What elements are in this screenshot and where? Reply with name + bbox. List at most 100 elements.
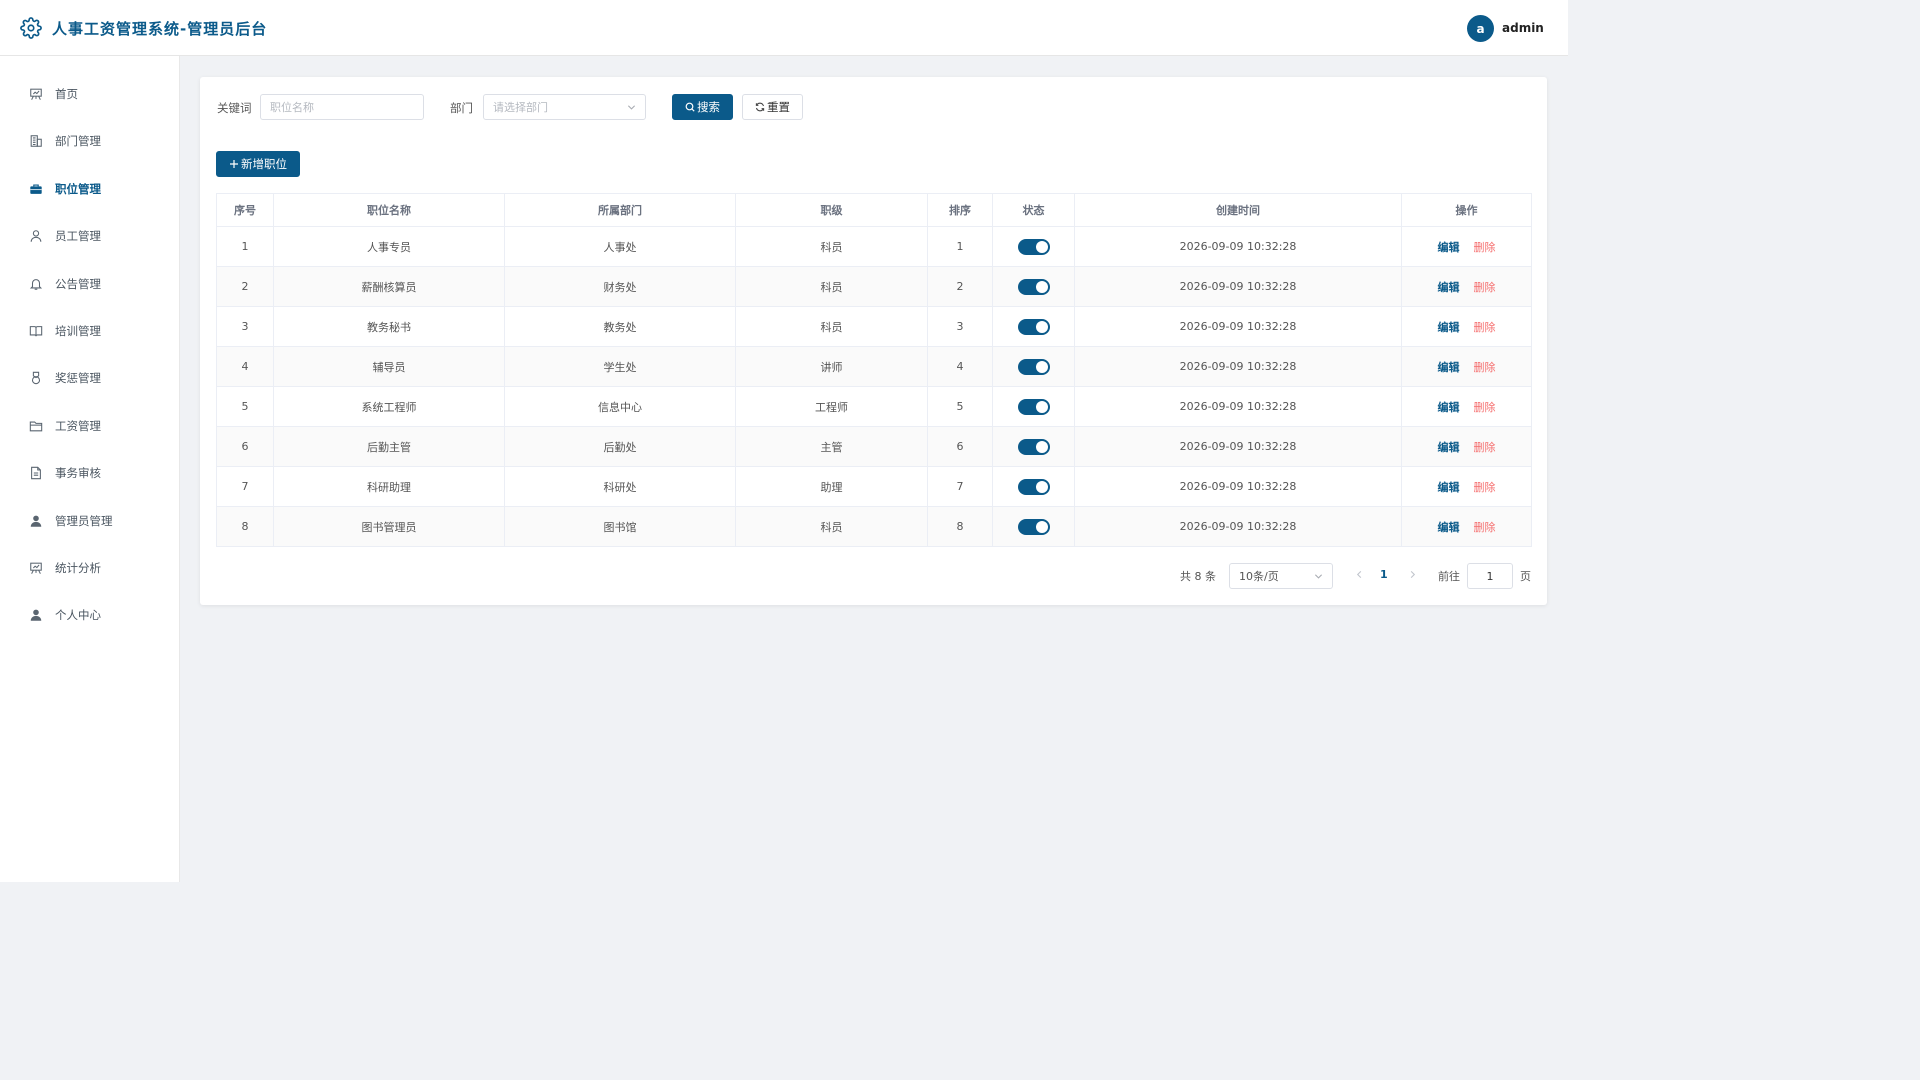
table-row: 4 辅导员 学生处 讲师 4 2026-09-09 10:32:28 编辑 删除	[216, 346, 1532, 387]
status-toggle[interactable]	[1017, 398, 1050, 415]
sidebar-item-positions[interactable]: 职位管理	[0, 169, 179, 209]
cell-name: 辅导员	[273, 346, 505, 387]
search-button[interactable]: 搜索	[672, 94, 733, 120]
cell-no: 3	[216, 306, 274, 347]
search-button-label: 搜索	[697, 100, 720, 114]
sidebar-item-profile[interactable]: 个人中心	[0, 595, 179, 635]
column-header[interactable]: 序号	[216, 193, 274, 227]
delete-button[interactable]: 删除	[1474, 481, 1496, 494]
cell-no: 7	[216, 466, 274, 507]
sidebar-item-statistics[interactable]: 统计分析	[0, 548, 179, 588]
status-toggle[interactable]	[1017, 478, 1050, 495]
cell-status	[992, 226, 1075, 267]
sidebar-item-admins[interactable]: 管理员管理	[0, 501, 179, 541]
column-header[interactable]: 创建时间	[1074, 193, 1402, 227]
status-toggle[interactable]	[1017, 278, 1050, 295]
sidebar-item-employees[interactable]: 员工管理	[0, 216, 179, 256]
status-toggle[interactable]	[1017, 438, 1050, 455]
keyword-input[interactable]	[260, 94, 424, 120]
delete-button[interactable]: 删除	[1474, 281, 1496, 294]
cell-dept: 学生处	[504, 346, 736, 387]
cell-dept: 信息中心	[504, 386, 736, 427]
sidebar-item-home[interactable]: 首页	[0, 74, 179, 114]
delete-button[interactable]: 删除	[1474, 521, 1496, 534]
sidebar-item-departments[interactable]: 部门管理	[0, 121, 179, 161]
delete-button[interactable]: 删除	[1474, 361, 1496, 374]
cell-level: 科员	[735, 306, 928, 347]
column-header[interactable]: 职级	[735, 193, 928, 227]
page-size-value: 10条/页	[1239, 570, 1279, 583]
department-select[interactable]: 请选择部门	[483, 94, 646, 120]
sidebar: 首页 部门管理 职位管理 员工管理 公告管理 培训管理 奖惩管理 工资管理 事务…	[0, 56, 180, 882]
status-toggle[interactable]	[1017, 518, 1050, 535]
cell-no: 4	[216, 346, 274, 387]
cell-no: 5	[216, 386, 274, 427]
keyword-label: 关键词	[217, 101, 252, 115]
sidebar-item-announcements[interactable]: 公告管理	[0, 264, 179, 304]
edit-button[interactable]: 编辑	[1438, 281, 1460, 294]
delete-button[interactable]: 删除	[1474, 321, 1496, 334]
status-toggle[interactable]	[1017, 238, 1050, 255]
prev-page-button[interactable]	[1355, 568, 1365, 580]
username[interactable]: admin	[1502, 21, 1544, 35]
edit-button[interactable]: 编辑	[1438, 481, 1460, 494]
person-icon	[28, 607, 44, 623]
edit-button[interactable]: 编辑	[1438, 361, 1460, 374]
refresh-icon	[755, 102, 765, 112]
edit-button[interactable]: 编辑	[1438, 441, 1460, 454]
edit-button[interactable]: 编辑	[1438, 241, 1460, 254]
sidebar-item-label: 员工管理	[55, 229, 101, 243]
cell-no: 1	[216, 226, 274, 267]
sidebar-item-affairs[interactable]: 事务审核	[0, 453, 179, 493]
add-position-button[interactable]: 新增职位	[216, 151, 300, 177]
table-row: 3 教务秘书 教务处 科员 3 2026-09-09 10:32:28 编辑 删除	[216, 306, 1532, 347]
column-header[interactable]: 职位名称	[273, 193, 505, 227]
status-toggle[interactable]	[1017, 358, 1050, 375]
cell-level: 科员	[735, 226, 928, 267]
cell-created: 2026-09-09 10:32:28	[1074, 266, 1402, 307]
goto-page-input[interactable]	[1467, 563, 1513, 589]
page-size-select[interactable]: 10条/页	[1229, 563, 1333, 589]
edit-button[interactable]: 编辑	[1438, 321, 1460, 334]
cell-created: 2026-09-09 10:32:28	[1074, 306, 1402, 347]
reset-button[interactable]: 重置	[742, 94, 803, 120]
column-header[interactable]: 所属部门	[504, 193, 736, 227]
delete-button[interactable]: 删除	[1474, 401, 1496, 414]
sidebar-item-salary[interactable]: 工资管理	[0, 406, 179, 446]
delete-button[interactable]: 删除	[1474, 241, 1496, 254]
cell-sort: 4	[927, 346, 993, 387]
cell-actions: 编辑 删除	[1401, 266, 1532, 307]
cell-status	[992, 386, 1075, 427]
cell-status	[992, 466, 1075, 507]
table-header-row: 序号 职位名称 所属部门 职级 排序 状态 创建时间 操作	[216, 193, 1532, 227]
sidebar-item-training[interactable]: 培训管理	[0, 311, 179, 351]
search-icon	[685, 102, 695, 112]
status-toggle[interactable]	[1017, 318, 1050, 335]
table-row: 8 图书管理员 图书馆 科员 8 2026-09-09 10:32:28 编辑 删…	[216, 506, 1532, 547]
positions-table: 序号 职位名称 所属部门 职级 排序 状态 创建时间 操作 1 人事专员 人事处…	[216, 193, 1532, 547]
cell-sort: 1	[927, 226, 993, 267]
avatar[interactable]: a	[1467, 15, 1494, 42]
cell-created: 2026-09-09 10:32:28	[1074, 506, 1402, 547]
toggle-knob	[1035, 360, 1048, 373]
sidebar-item-rewards[interactable]: 奖惩管理	[0, 358, 179, 398]
next-page-button[interactable]	[1408, 568, 1418, 580]
column-header[interactable]: 操作	[1401, 193, 1532, 227]
cell-name: 系统工程师	[273, 386, 505, 427]
page-number[interactable]: 1	[1380, 568, 1388, 581]
cell-sort: 2	[927, 266, 993, 307]
sidebar-item-label: 职位管理	[55, 182, 101, 196]
cell-sort: 7	[927, 466, 993, 507]
edit-button[interactable]: 编辑	[1438, 401, 1460, 414]
sidebar-item-label: 培训管理	[55, 324, 101, 338]
column-header[interactable]: 排序	[927, 193, 993, 227]
goto-label: 前往	[1438, 570, 1460, 583]
column-header[interactable]: 状态	[992, 193, 1075, 227]
table-row: 5 系统工程师 信息中心 工程师 5 2026-09-09 10:32:28 编…	[216, 386, 1532, 427]
cell-name: 薪酬核算员	[273, 266, 505, 307]
reset-button-label: 重置	[767, 100, 790, 114]
edit-button[interactable]: 编辑	[1438, 521, 1460, 534]
cell-actions: 编辑 删除	[1401, 386, 1532, 427]
cell-actions: 编辑 删除	[1401, 346, 1532, 387]
delete-button[interactable]: 删除	[1474, 441, 1496, 454]
